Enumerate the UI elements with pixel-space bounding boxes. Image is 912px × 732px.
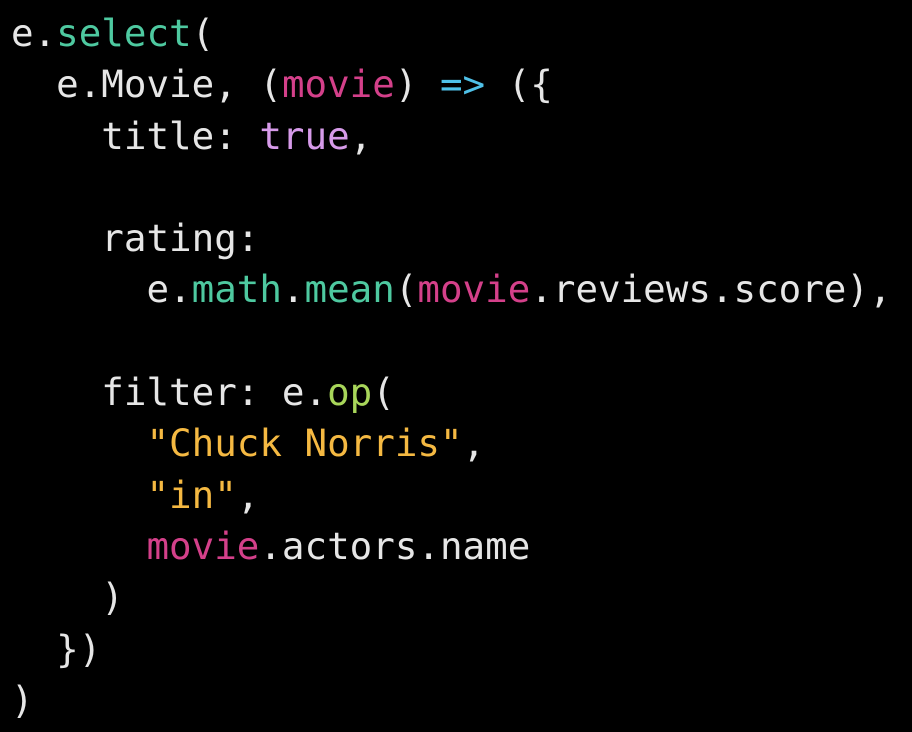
code-token-string: "in" xyxy=(146,472,237,517)
code-token-method: select xyxy=(56,11,192,55)
code-token-param: movie xyxy=(417,267,531,312)
code-token-string: "Chuck Norris" xyxy=(146,421,463,466)
code-token-plain: , xyxy=(462,421,486,466)
code-token-param: movie xyxy=(146,523,260,568)
code-token-plain: e. xyxy=(11,267,192,312)
code-line: "Chuck Norris", xyxy=(11,418,892,469)
code-token-method: math xyxy=(191,267,282,312)
code-token-plain: e.Movie, ( xyxy=(11,62,282,107)
code-token-plain: ( xyxy=(394,267,418,312)
code-line: ) xyxy=(11,572,892,623)
code-line: }) xyxy=(11,624,892,675)
code-token-plain: filter: e. xyxy=(11,370,328,415)
code-token-method: mean xyxy=(304,267,395,312)
code-token-bool: true xyxy=(259,113,350,158)
code-token-plain: ) xyxy=(11,575,124,620)
code-line: e.math.mean(movie.reviews.score), xyxy=(11,264,892,315)
code-token-plain: e. xyxy=(11,11,57,55)
code-token-plain: ) xyxy=(394,62,440,107)
code-token-plain: , xyxy=(236,472,260,517)
code-token-plain: .actors.name xyxy=(259,523,531,568)
code-token-plain: .reviews.score), xyxy=(530,267,892,312)
code-token-arrow: => xyxy=(439,62,486,107)
code-token-plain: ) xyxy=(11,677,34,722)
code-token-plain: ({ xyxy=(485,62,553,107)
code-token-param: movie xyxy=(281,62,395,107)
code-token-plain: , xyxy=(349,113,373,158)
code-token-plain: ( xyxy=(372,370,395,415)
code-line: movie.actors.name xyxy=(11,521,892,572)
code-block: e.select( e.Movie, (movie) => ({ title: … xyxy=(11,8,892,726)
code-token-plain: rating: xyxy=(11,216,260,261)
code-line: ) xyxy=(11,675,892,726)
code-line: e.Movie, (movie) => ({ xyxy=(11,59,892,110)
code-token-fn: op xyxy=(327,370,373,415)
code-line: "in", xyxy=(11,470,892,521)
code-line: filter: e.op( xyxy=(11,367,892,418)
code-line: e.select( xyxy=(11,8,892,59)
code-token-plain: ( xyxy=(191,11,215,55)
code-token-plain: }) xyxy=(11,626,102,671)
code-token-plain: title: xyxy=(11,113,260,158)
code-line: rating: xyxy=(11,213,892,264)
code-token-plain: . xyxy=(281,267,305,312)
code-line: title: true, xyxy=(11,111,892,162)
